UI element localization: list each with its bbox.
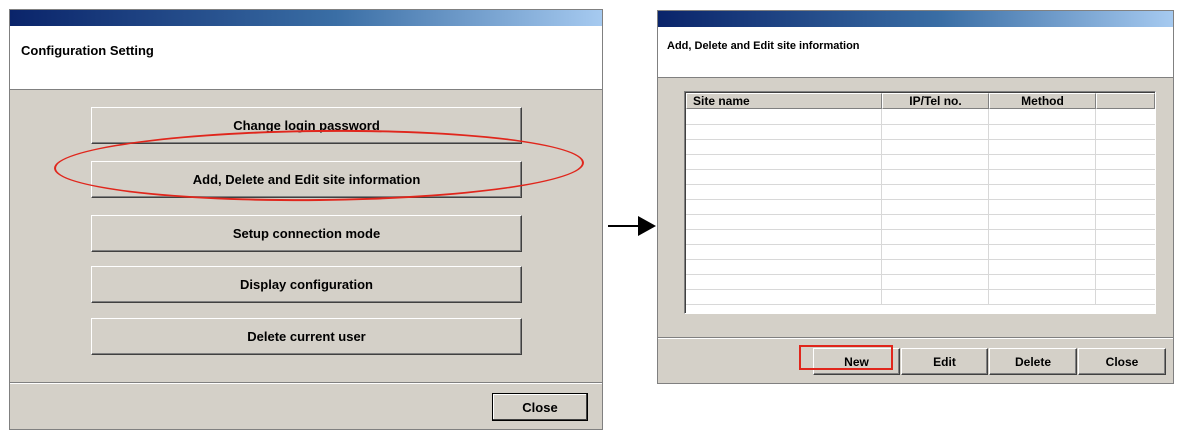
table-cell <box>882 109 989 124</box>
table-cell <box>882 289 989 304</box>
dialog-header: Configuration Setting <box>10 26 602 90</box>
table-row[interactable] <box>686 169 1155 185</box>
table-cell <box>989 214 1096 229</box>
table-cell <box>686 229 882 244</box>
footer-separator <box>658 337 1173 339</box>
table-cell <box>686 139 882 154</box>
dialog-title: Add, Delete and Edit site information <box>667 40 860 52</box>
table-cell <box>1096 124 1155 139</box>
table-cell <box>686 289 882 304</box>
table-cell <box>882 169 989 184</box>
edit-button[interactable]: Edit <box>901 348 988 375</box>
close-button[interactable]: Close <box>492 393 588 421</box>
table-cell <box>1096 229 1155 244</box>
table-cell <box>882 214 989 229</box>
delete-current-user-button[interactable]: Delete current user <box>91 318 522 355</box>
add-delete-edit-site-button[interactable]: Add, Delete and Edit site information <box>91 161 522 198</box>
table-header: Site name IP/Tel no. Method <box>686 93 1155 109</box>
table-row[interactable] <box>686 259 1155 275</box>
table-cell <box>882 229 989 244</box>
table-cell <box>882 124 989 139</box>
table-row[interactable] <box>686 199 1155 215</box>
table-cell <box>686 244 882 259</box>
configuration-setting-dialog: Configuration Setting Change login passw… <box>9 9 603 430</box>
table-cell <box>686 184 882 199</box>
setup-connection-mode-button[interactable]: Setup connection mode <box>91 215 522 252</box>
column-method[interactable]: Method <box>989 93 1096 109</box>
table-cell <box>989 229 1096 244</box>
site-information-dialog: Add, Delete and Edit site information Si… <box>657 10 1174 384</box>
right-arrow-icon <box>608 225 640 227</box>
table-row[interactable] <box>686 124 1155 140</box>
column-site-name[interactable]: Site name <box>686 93 882 109</box>
table-row[interactable] <box>686 109 1155 125</box>
close-button[interactable]: Close <box>1078 348 1166 375</box>
table-cell <box>1096 184 1155 199</box>
dialog-header: Add, Delete and Edit site information <box>658 27 1173 78</box>
new-button[interactable]: New <box>813 348 900 375</box>
table-cell <box>989 244 1096 259</box>
table-cell <box>1096 244 1155 259</box>
table-cell <box>882 154 989 169</box>
table-cell <box>1096 154 1155 169</box>
table-row[interactable] <box>686 184 1155 200</box>
table-row[interactable] <box>686 289 1155 305</box>
table-cell <box>989 199 1096 214</box>
table-cell <box>1096 139 1155 154</box>
table-cell <box>1096 109 1155 124</box>
right-arrow-head-icon <box>638 216 656 236</box>
table-row[interactable] <box>686 274 1155 290</box>
table-row[interactable] <box>686 154 1155 170</box>
table-cell <box>1096 274 1155 289</box>
table-cell <box>686 154 882 169</box>
table-cell <box>989 259 1096 274</box>
table-cell <box>989 184 1096 199</box>
table-cell <box>989 169 1096 184</box>
display-configuration-button[interactable]: Display configuration <box>91 266 522 303</box>
table-row[interactable] <box>686 244 1155 260</box>
table-cell <box>1096 259 1155 274</box>
title-bar <box>658 11 1173 27</box>
table-cell <box>686 124 882 139</box>
table-cell <box>882 259 989 274</box>
table-cell <box>1096 199 1155 214</box>
table-cell <box>882 199 989 214</box>
delete-button[interactable]: Delete <box>989 348 1077 375</box>
dialog-title: Configuration Setting <box>21 43 154 58</box>
table-cell <box>686 169 882 184</box>
table-cell <box>1096 169 1155 184</box>
table-cell <box>686 109 882 124</box>
table-cell <box>686 214 882 229</box>
table-cell <box>1096 289 1155 304</box>
table-row[interactable] <box>686 229 1155 245</box>
table-cell <box>989 154 1096 169</box>
title-bar <box>10 10 602 26</box>
site-list-table[interactable]: Site name IP/Tel no. Method <box>684 91 1156 314</box>
table-row[interactable] <box>686 139 1155 155</box>
table-cell <box>882 244 989 259</box>
table-cell <box>686 199 882 214</box>
table-cell <box>989 124 1096 139</box>
table-cell <box>686 259 882 274</box>
change-login-password-button[interactable]: Change login password <box>91 107 522 144</box>
table-cell <box>686 274 882 289</box>
table-cell <box>882 274 989 289</box>
column-extra[interactable] <box>1096 93 1155 109</box>
table-cell <box>989 274 1096 289</box>
column-ip-tel[interactable]: IP/Tel no. <box>882 93 989 109</box>
table-cell <box>989 109 1096 124</box>
table-cell <box>989 289 1096 304</box>
table-cell <box>989 139 1096 154</box>
table-cell <box>1096 214 1155 229</box>
footer-separator <box>10 382 602 384</box>
table-cell <box>882 184 989 199</box>
table-row[interactable] <box>686 214 1155 230</box>
table-cell <box>882 139 989 154</box>
